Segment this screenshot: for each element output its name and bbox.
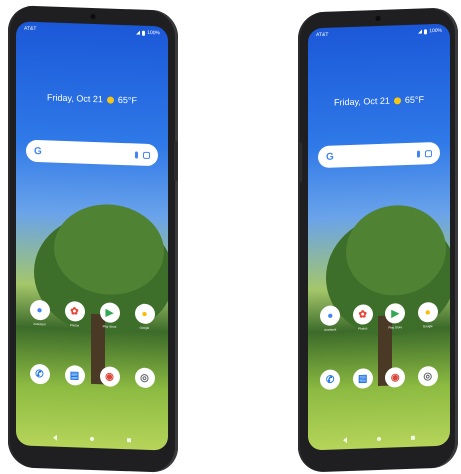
battery-icon — [142, 30, 146, 36]
app-shortcut[interactable]: ● Google — [134, 303, 155, 330]
status-icons: 100% — [136, 29, 160, 37]
nav-bar — [36, 434, 148, 444]
sun-icon — [106, 95, 114, 104]
date-weather[interactable]: Friday, Oct 21 65°F — [308, 93, 450, 108]
chrome-icon[interactable]: ◉ — [385, 367, 406, 388]
assistant-icon[interactable]: ● — [29, 299, 50, 321]
signal-icon — [136, 30, 141, 35]
app-shortcut[interactable]: ▶ Play Store — [385, 303, 406, 330]
app-shortcut[interactable]: ▤ — [352, 368, 373, 389]
phone-screen: AT&T 100% Friday, Oct 21 65°F G ● Assista… — [16, 21, 168, 451]
app-shortcut[interactable]: ✆ — [29, 363, 50, 385]
app-shortcut[interactable]: ● Assistant — [320, 305, 341, 332]
mic-icon[interactable] — [135, 150, 138, 159]
phone-icon[interactable]: ✆ — [320, 369, 341, 391]
search-bar[interactable]: G — [318, 141, 440, 169]
app-label: Assistant — [324, 327, 337, 332]
status-icons: 100% — [418, 28, 442, 35]
home-icon[interactable] — [89, 436, 94, 442]
play-store-icon[interactable]: ▶ — [385, 303, 406, 324]
lens-icon[interactable] — [425, 149, 432, 157]
app-shortcut[interactable]: ◎ — [417, 365, 438, 387]
mic-icon[interactable] — [417, 150, 420, 158]
app-shortcut[interactable]: ● Assistant — [29, 299, 50, 327]
app-label: Play Store — [388, 325, 403, 330]
app-label: Photos — [358, 326, 368, 331]
app-shortcut[interactable]: ◉ — [99, 366, 120, 387]
app-shortcut[interactable]: ✿ Photos — [352, 304, 373, 331]
date-weather[interactable]: Friday, Oct 21 65°F — [16, 91, 168, 106]
home-icon[interactable] — [377, 436, 381, 442]
tree-wallpaper — [34, 202, 168, 385]
lens-icon[interactable] — [143, 151, 150, 159]
app-label: Google — [422, 324, 433, 329]
recents-icon[interactable] — [127, 438, 132, 443]
carrier-label: AT&T — [316, 31, 329, 39]
phone-left: AT&T 100% Friday, Oct 21 65°F G ● Assista… — [8, 5, 178, 473]
temperature: 65°F — [117, 94, 137, 106]
app-shortcut[interactable]: ● Google — [417, 301, 438, 329]
search-bar[interactable]: G — [26, 139, 158, 167]
phone-right: AT&T 100% Friday, Oct 21 65°F G ● Assista… — [298, 7, 458, 473]
carrier-label: AT&T — [24, 25, 37, 33]
app-label: Google — [139, 325, 150, 330]
back-icon[interactable] — [52, 434, 57, 441]
dock: ✆ ▤ ◉ ◎ — [314, 365, 444, 391]
photos-icon[interactable]: ✿ — [352, 304, 373, 325]
status-bar: AT&T 100% — [24, 26, 160, 37]
app-shortcut[interactable]: ✿ Photos — [64, 301, 85, 328]
camera-icon[interactable]: ◎ — [417, 365, 438, 387]
dock: ✆ ▤ ◉ ◎ — [22, 363, 162, 389]
app-shortcut[interactable]: ◉ — [385, 367, 406, 388]
photos-icon[interactable]: ✿ — [64, 301, 85, 322]
google-apps-icon[interactable]: ● — [417, 301, 438, 323]
sun-icon — [393, 96, 401, 104]
app-row: ● Assistant ✿ Photos ▶ Play Store ● Google — [22, 299, 162, 331]
app-shortcut[interactable]: ◎ — [134, 367, 155, 389]
volume-button[interactable] — [298, 142, 302, 183]
app-shortcut[interactable]: ▶ Play Store — [99, 302, 120, 329]
app-label: Assistant — [33, 321, 46, 327]
battery-icon — [424, 28, 428, 34]
camera-icon[interactable]: ◎ — [134, 367, 155, 389]
nav-bar — [328, 434, 430, 444]
date-text: Friday, Oct 21 — [334, 95, 390, 108]
app-label: Play Store — [102, 324, 117, 329]
chrome-icon[interactable]: ◉ — [99, 366, 120, 387]
status-bar: AT&T 100% — [316, 28, 442, 38]
phone-screen: AT&T 100% Friday, Oct 21 65°F G ● Assista… — [308, 23, 450, 451]
app-row: ● Assistant ✿ Photos ▶ Play Store ● Google — [314, 301, 444, 333]
battery-level: 100% — [429, 27, 442, 35]
tree-wallpaper — [326, 203, 450, 386]
battery-level: 100% — [147, 29, 160, 37]
front-camera — [90, 13, 96, 20]
recents-icon[interactable] — [411, 435, 415, 440]
google-logo-icon: G — [326, 151, 334, 163]
date-text: Friday, Oct 21 — [47, 92, 103, 105]
back-icon[interactable] — [343, 437, 347, 444]
assistant-icon[interactable]: ● — [320, 305, 341, 327]
volume-button[interactable] — [174, 140, 178, 181]
app-shortcut[interactable]: ▤ — [64, 365, 85, 386]
play-store-icon[interactable]: ▶ — [99, 302, 120, 323]
app-label: Photos — [69, 323, 80, 328]
messages-icon[interactable]: ▤ — [352, 368, 373, 389]
google-logo-icon: G — [34, 145, 42, 157]
temperature: 65°F — [404, 94, 424, 106]
front-camera — [375, 15, 381, 22]
app-shortcut[interactable]: ✆ — [320, 369, 341, 391]
phone-icon[interactable]: ✆ — [29, 363, 50, 385]
google-apps-icon[interactable]: ● — [134, 303, 155, 325]
signal-icon — [418, 29, 423, 34]
messages-icon[interactable]: ▤ — [64, 365, 85, 386]
